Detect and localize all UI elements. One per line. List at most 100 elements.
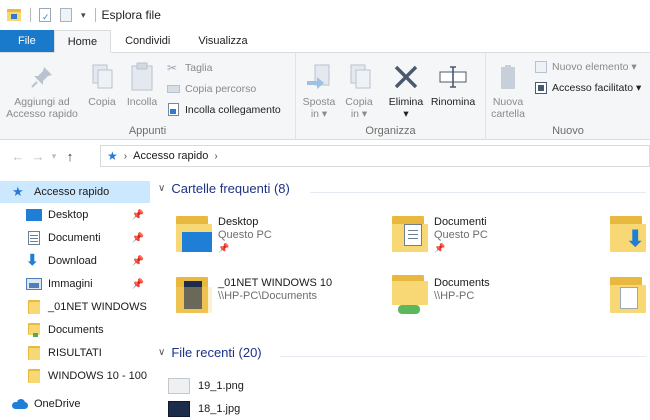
navigation-pane: ★ Accesso rapido Desktop 📌 Documenti 📌 ⬇… — [0, 172, 150, 420]
back-arrow-icon[interactable]: ← — [8, 149, 28, 164]
image-file-icon — [168, 378, 190, 394]
pin-label-line1: Aggiungi ad — [14, 96, 70, 108]
folder-tile-01net[interactable]: _01NET WINDOWS 10 \\HP-PC\Documents — [172, 273, 382, 329]
chevron-down-icon[interactable]: ∨ — [158, 347, 165, 358]
paste-label: Incolla — [126, 96, 158, 108]
rename-button[interactable]: Rinomina — [428, 61, 478, 108]
section-divider — [280, 356, 646, 357]
clipboard-group: Aggiungi ad Accesso rapido Copia Incolla… — [0, 53, 296, 140]
chevron-right-icon[interactable]: › — [124, 151, 127, 162]
address-bar[interactable]: ★ › Accesso rapido › — [100, 145, 650, 167]
section-divider — [310, 192, 646, 193]
desktop-icon — [26, 208, 42, 222]
sidebar-item-windows-10[interactable]: WINDOWS 10 - 100 — [0, 365, 150, 387]
file-row[interactable]: 19_1.png — [168, 375, 244, 397]
pin-quick-access-button[interactable]: Aggiungi ad Accesso rapido — [4, 61, 80, 120]
copy-to-line2: in ▾ — [350, 108, 368, 120]
sidebar-item-desktop[interactable]: Desktop 📌 — [0, 204, 150, 226]
folder-tile-download[interactable]: ⬇ — [606, 212, 650, 268]
folder-icon — [26, 346, 42, 360]
tile-name: Desktop — [218, 216, 259, 228]
new-folder-icon — [492, 61, 524, 93]
folder-tile-partial[interactable] — [606, 273, 650, 329]
move-to-button[interactable]: Sposta in ▾ — [300, 61, 338, 120]
tile-name: _01NET WINDOWS 10 — [218, 277, 333, 289]
copy-button[interactable]: Copia — [84, 61, 120, 108]
new-item-button[interactable]: Nuovo elemento ▾ — [534, 60, 637, 74]
delete-button[interactable]: Elimina ▾ — [386, 61, 426, 120]
tab-share[interactable]: Condividi — [111, 30, 184, 52]
recent-locations-icon[interactable]: ▾ — [48, 151, 60, 162]
tile-location: \\HP-PC — [434, 290, 475, 302]
sidebar-item-label: WINDOWS 10 - 100 — [48, 370, 148, 382]
sidebar-item-onedrive[interactable]: OneDrive — [0, 393, 150, 415]
cut-button[interactable]: ✂ Taglia — [167, 61, 212, 75]
sidebar-item-01net-windows[interactable]: _01NET WINDOWS — [0, 296, 150, 318]
folder-app-icon[interactable] — [6, 7, 22, 23]
recent-files-title: File recenti (20) — [171, 345, 262, 360]
sidebar-item-documents[interactable]: Documenti 📌 — [0, 227, 150, 249]
folder-icon — [26, 369, 42, 383]
paste-shortcut-icon — [167, 103, 181, 117]
sidebar-item-label: _01NET WINDOWS — [48, 301, 147, 313]
address-location: Accesso rapido — [133, 150, 209, 162]
chevron-right-icon-2[interactable]: › — [214, 151, 217, 162]
forward-arrow-icon[interactable]: → — [28, 149, 48, 164]
new-folder-line1: Nuova — [492, 96, 524, 108]
folder-tile-desktop[interactable]: Desktop Questo PC 📌 — [172, 212, 382, 268]
file-row[interactable]: 18_1.jpg — [168, 398, 240, 420]
pin-icon: 📌 — [131, 209, 144, 221]
sidebar-item-quick-access[interactable]: ★ Accesso rapido — [0, 181, 150, 203]
chevron-down-icon[interactable]: ∨ — [158, 183, 165, 194]
network-folder-icon — [388, 273, 430, 317]
folder-tile-documents-network[interactable]: Documents \\HP-PC — [388, 273, 598, 329]
organize-group-label: Organizza — [365, 125, 416, 137]
recent-files-header[interactable]: ∨ File recenti (20) — [158, 345, 262, 360]
image-file-icon — [168, 401, 190, 417]
properties-quick-icon[interactable]: ✓ — [37, 7, 53, 23]
copy-to-button[interactable]: Copia in ▾ — [340, 61, 378, 120]
clipboard-group-label: Appunti — [128, 125, 167, 137]
folder-tile-documenti[interactable]: Documenti Questo PC 📌 — [388, 212, 598, 268]
star-icon: ★ — [107, 149, 118, 163]
paste-shortcut-button[interactable]: Incolla collegamento — [167, 103, 281, 117]
pin-icon: 📌 — [434, 243, 446, 253]
copy-path-button[interactable]: Copia percorso — [167, 82, 256, 96]
tile-location: Questo PC — [434, 229, 488, 241]
sidebar-item-label: Desktop — [48, 209, 89, 221]
new-item-label: Nuovo elemento ▾ — [552, 61, 637, 73]
tab-view[interactable]: Visualizza — [184, 30, 261, 52]
pin-icon: 📌 — [131, 255, 144, 267]
sidebar-item-pictures[interactable]: Immagini 📌 — [0, 273, 150, 295]
download-folder-icon: ⬇ — [606, 212, 648, 256]
copy-to-icon — [343, 61, 375, 93]
tab-home[interactable]: Home — [53, 30, 112, 53]
new-folder-button[interactable]: Nuova cartella — [488, 61, 528, 120]
paste-icon — [126, 61, 158, 93]
folder-icon — [606, 273, 648, 317]
new-item-icon — [534, 60, 548, 74]
sidebar-item-label: Immagini — [48, 278, 93, 290]
tab-file[interactable]: File — [0, 30, 54, 52]
tile-location: Questo PC — [218, 229, 272, 241]
sidebar-item-label: Documents — [48, 324, 104, 336]
sidebar-item-download[interactable]: ⬇ Download 📌 — [0, 250, 150, 272]
new-folder-quick-icon[interactable] — [58, 7, 74, 23]
title-separator — [30, 8, 31, 22]
easy-access-label: Accesso facilitato ▾ — [552, 82, 642, 94]
sidebar-item-documents-network[interactable]: Documents — [0, 319, 150, 341]
up-arrow-icon[interactable]: ↑ — [60, 149, 80, 164]
sidebar-item-label: Accesso rapido — [34, 186, 110, 198]
ribbon-tabs: File Home Condividi Visualizza — [0, 30, 650, 53]
easy-access-button[interactable]: Accesso facilitato ▾ — [534, 81, 641, 95]
tile-name: Documenti — [434, 216, 487, 228]
delete-x-icon — [390, 61, 422, 93]
paste-button[interactable]: Incolla — [123, 61, 161, 108]
frequent-folders-header[interactable]: ∨ Cartelle frequenti (8) — [158, 181, 290, 196]
pin-icon — [26, 61, 58, 93]
delete-line1: Elimina — [388, 96, 424, 108]
customize-quick-access-icon[interactable]: ▾ — [81, 10, 86, 21]
pictures-icon — [26, 277, 42, 291]
title-separator-2 — [94, 8, 96, 22]
sidebar-item-risultati[interactable]: RISULTATI — [0, 342, 150, 364]
